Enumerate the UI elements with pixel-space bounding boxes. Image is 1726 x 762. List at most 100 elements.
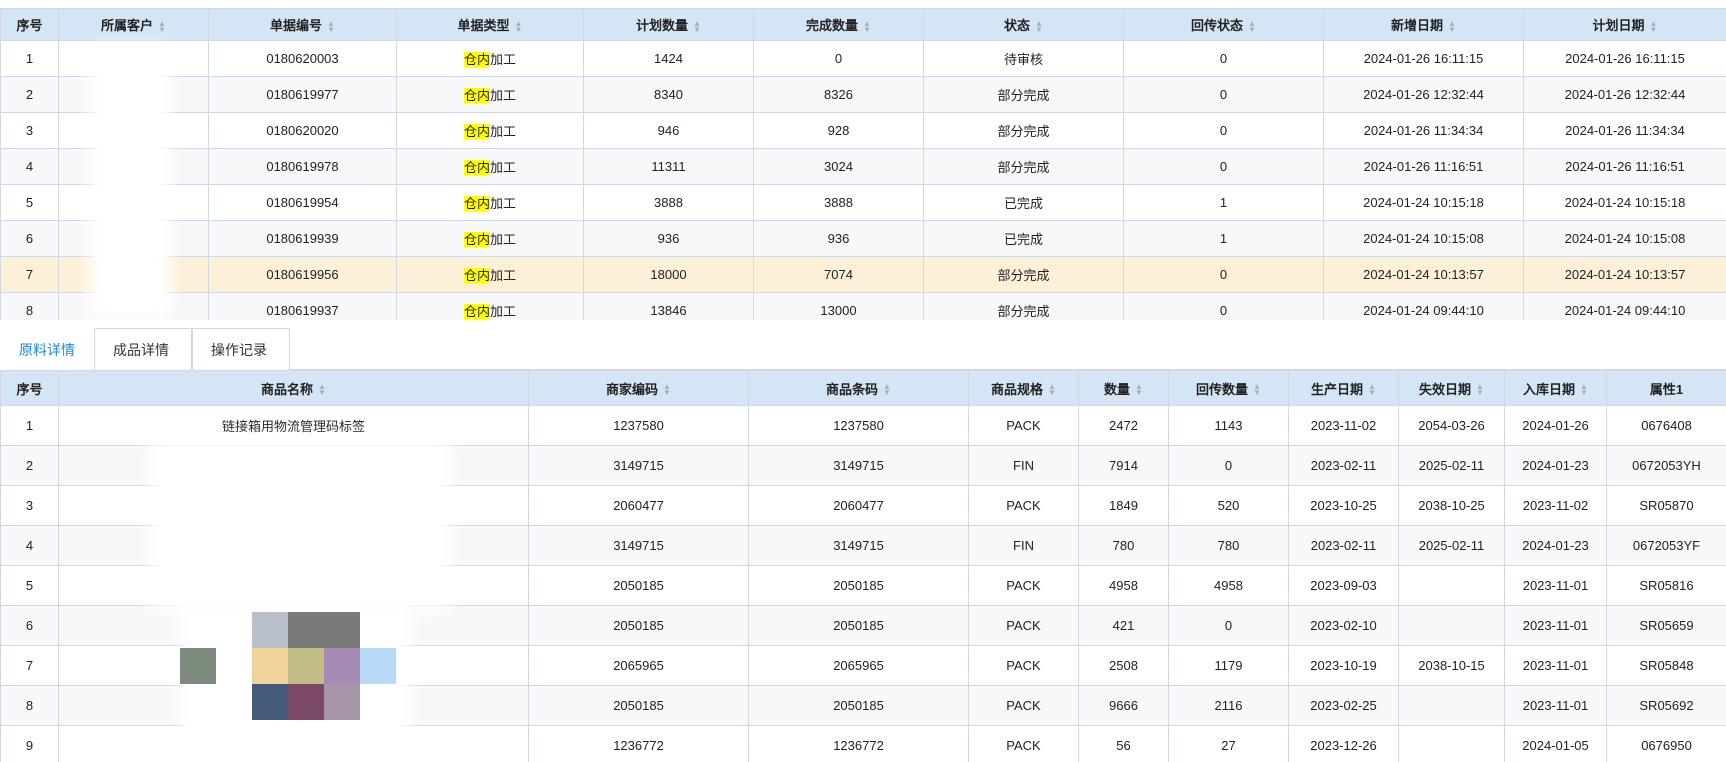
cell-return-qty: 0	[1168, 605, 1289, 646]
sort-arrows-icon[interactable]: ▲ ▼	[883, 383, 891, 397]
cell-return-status: 0	[1123, 112, 1324, 149]
cell-return-qty: 1143	[1168, 405, 1289, 446]
col-header-spec[interactable]: 商品规格 ▲ ▼	[968, 370, 1079, 406]
sort-arrows-icon[interactable]: ▲ ▼	[158, 19, 166, 33]
table-row[interactable]: 8 0180619937 仓内加工 13846 13000 部分完成 0 2024-01-24…	[0, 292, 1726, 320]
col-header-barcode[interactable]: 商品条码 ▲ ▼	[748, 370, 969, 406]
sort-arrows-icon[interactable]: ▲ ▼	[863, 19, 871, 33]
col-header-customer[interactable]: 所属客户 ▲ ▼	[58, 8, 209, 41]
cell-in-date: 2023-11-01	[1504, 645, 1607, 686]
table-row[interactable]: 4 3149715 3149715 FIN 780 780 2023-02-11 2025-0…	[0, 525, 1726, 566]
cell-return-status: 0	[1123, 148, 1324, 185]
tab-material-details[interactable]: 原料详情	[0, 328, 94, 370]
table-row[interactable]: 3 2060477 2060477 PACK 1849 520 2023-10-25 2038…	[0, 485, 1726, 526]
sort-arrows-icon[interactable]: ▲ ▼	[327, 19, 335, 33]
cell-doc-no: 0180620020	[208, 112, 397, 149]
col-header-plan-qty[interactable]: 计划数量 ▲ ▼	[583, 8, 754, 41]
cell-barcode: 3149715	[748, 445, 969, 486]
cell-exp-date	[1398, 725, 1505, 762]
col-header-product-name[interactable]: 商品名称 ▲ ▼	[58, 370, 529, 406]
col-header-qty[interactable]: 数量 ▲ ▼	[1078, 370, 1169, 406]
col-header-status[interactable]: 状态 ▲ ▼	[923, 8, 1124, 41]
sort-arrows-icon[interactable]: ▲ ▼	[1448, 19, 1456, 33]
col-header-add-date[interactable]: 新增日期 ▲ ▼	[1323, 8, 1524, 41]
col-header-exp-date[interactable]: 失效日期 ▲ ▼	[1398, 370, 1505, 406]
table-row[interactable]: 5 0180619954 仓内加工 3888 3888 已完成 1 2024-01-24 10…	[0, 184, 1726, 221]
doc-type-text: 加工	[490, 268, 517, 283]
cell-spec: PACK	[968, 485, 1079, 526]
cell-doc-type: 仓内加工	[396, 220, 584, 257]
cell-prod-date: 2023-02-25	[1288, 685, 1399, 726]
cell-return-qty: 27	[1168, 725, 1289, 762]
sort-arrows-icon[interactable]: ▲ ▼	[1368, 383, 1376, 397]
sort-arrows-icon[interactable]: ▲ ▼	[1035, 19, 1043, 33]
table-row[interactable]: 5 2050185 2050185 PACK 4958 4958 2023-09-03 202…	[0, 565, 1726, 606]
cell-return-status: 0	[1123, 76, 1324, 113]
cell-spec: PACK	[968, 565, 1079, 606]
col-header-prod-date[interactable]: 生产日期 ▲ ▼	[1288, 370, 1399, 406]
cell-barcode: 1237580	[748, 405, 969, 446]
tab-product-details[interactable]: 成品详情	[94, 328, 192, 370]
cell-done-qty: 7074	[753, 256, 924, 293]
cell-no: 7	[0, 256, 59, 293]
order-grid: 序号 所属客户 ▲ ▼ 单据编号 ▲ ▼ 单据类型 ▲ ▼ 计划数量 ▲ ▼ 完成数量 ▲ ▼ 状态…	[0, 8, 1726, 320]
cell-exp-date: 2054-03-26	[1398, 405, 1505, 446]
table-row[interactable]: 6 0180619939 仓内加工 936 936 已完成 1 2024-01-24 10:1…	[0, 220, 1726, 257]
table-row[interactable]: 7 0180619956 仓内加工 18000 7074 部分完成 0 2024-01-24 …	[0, 256, 1726, 293]
tab-operation-log[interactable]: 操作记录	[192, 328, 290, 370]
col-header-return-qty[interactable]: 回传数量 ▲ ▼	[1168, 370, 1289, 406]
table-row[interactable]: 2 3149715 3149715 FIN 7914 0 2023-02-11 2025-02…	[0, 445, 1726, 486]
cell-in-date: 2023-11-01	[1504, 605, 1607, 646]
cell-return-qty: 4958	[1168, 565, 1289, 606]
sort-arrows-icon[interactable]: ▲ ▼	[1253, 383, 1261, 397]
col-header-return-status[interactable]: 回传状态 ▲ ▼	[1123, 8, 1324, 41]
cell-no: 2	[0, 76, 59, 113]
col-header-doc-type[interactable]: 单据类型 ▲ ▼	[396, 8, 584, 41]
table-row[interactable]: 1 0180620003 仓内加工 1424 0 待审核 0 2024-01-26 16:11…	[0, 40, 1726, 77]
cell-barcode: 3149715	[748, 525, 969, 566]
table-row[interactable]: 4 0180619978 仓内加工 11311 3024 部分完成 0 2024-01-26 …	[0, 148, 1726, 185]
table-row[interactable]: 3 0180620020 仓内加工 946 928 部分完成 0 2024-01-26 11:…	[0, 112, 1726, 149]
cell-qty: 9666	[1078, 685, 1169, 726]
sort-arrows-icon[interactable]: ▲ ▼	[1248, 19, 1256, 33]
cell-done-qty: 936	[753, 220, 924, 257]
highlighted-text: 仓内	[463, 88, 490, 103]
sort-arrows-icon[interactable]: ▲ ▼	[693, 19, 701, 33]
highlighted-text: 仓内	[463, 196, 490, 211]
cell-plan-qty: 1424	[583, 40, 754, 77]
sort-arrows-icon[interactable]: ▲ ▼	[1580, 383, 1588, 397]
col-header-attr1: 属性1	[1606, 370, 1726, 406]
cell-status: 部分完成	[923, 292, 1124, 320]
cell-attr1: SR05848	[1606, 645, 1726, 686]
pixel-block	[252, 684, 288, 720]
cell-add-date: 2024-01-24 09:44:10	[1323, 292, 1524, 320]
table-row[interactable]: 9 1236772 1236772 PACK 56 27 2023-12-26 2024-01…	[0, 725, 1726, 762]
col-header-doc-no[interactable]: 单据编号 ▲ ▼	[208, 8, 397, 41]
cell-doc-no: 0180619939	[208, 220, 397, 257]
col-header-plan-date[interactable]: 计划日期 ▲ ▼	[1523, 8, 1726, 41]
sort-arrows-icon[interactable]: ▲ ▼	[663, 383, 671, 397]
pixel-block	[288, 684, 324, 720]
col-header-in-date[interactable]: 入库日期 ▲ ▼	[1504, 370, 1607, 406]
table-row[interactable]: 1 链接箱用物流管理码标签 1237580 1237580 PACK 2472 1143 20…	[0, 405, 1726, 446]
cell-spec: PACK	[968, 605, 1079, 646]
doc-type-text: 加工	[490, 196, 517, 211]
highlighted-text: 仓内	[463, 124, 490, 139]
sort-arrows-icon[interactable]: ▲ ▼	[515, 19, 523, 33]
cell-qty: 780	[1078, 525, 1169, 566]
sort-arrows-icon[interactable]: ▲ ▼	[1135, 383, 1143, 397]
sort-arrows-icon[interactable]: ▲ ▼	[1048, 383, 1056, 397]
col-header-merchant-code[interactable]: 商家编码 ▲ ▼	[528, 370, 749, 406]
cell-plan-date: 2024-01-24 10:15:08	[1523, 220, 1726, 257]
col-header-done-qty[interactable]: 完成数量 ▲ ▼	[753, 8, 924, 41]
table-row[interactable]: 2 0180619977 仓内加工 8340 8326 部分完成 0 2024-01-26 1…	[0, 76, 1726, 113]
sort-arrows-icon[interactable]: ▲ ▼	[318, 383, 326, 397]
cell-prod-date: 2023-12-26	[1288, 725, 1399, 762]
cell-doc-type: 仓内加工	[396, 76, 584, 113]
detail-tabs: 原料详情 成品详情 操作记录	[0, 326, 1726, 370]
cell-product-name	[58, 485, 529, 526]
cell-exp-date: 2038-10-15	[1398, 645, 1505, 686]
sort-arrows-icon[interactable]: ▲ ▼	[1476, 383, 1484, 397]
cell-no: 3	[0, 112, 59, 149]
sort-arrows-icon[interactable]: ▲ ▼	[1650, 19, 1658, 33]
